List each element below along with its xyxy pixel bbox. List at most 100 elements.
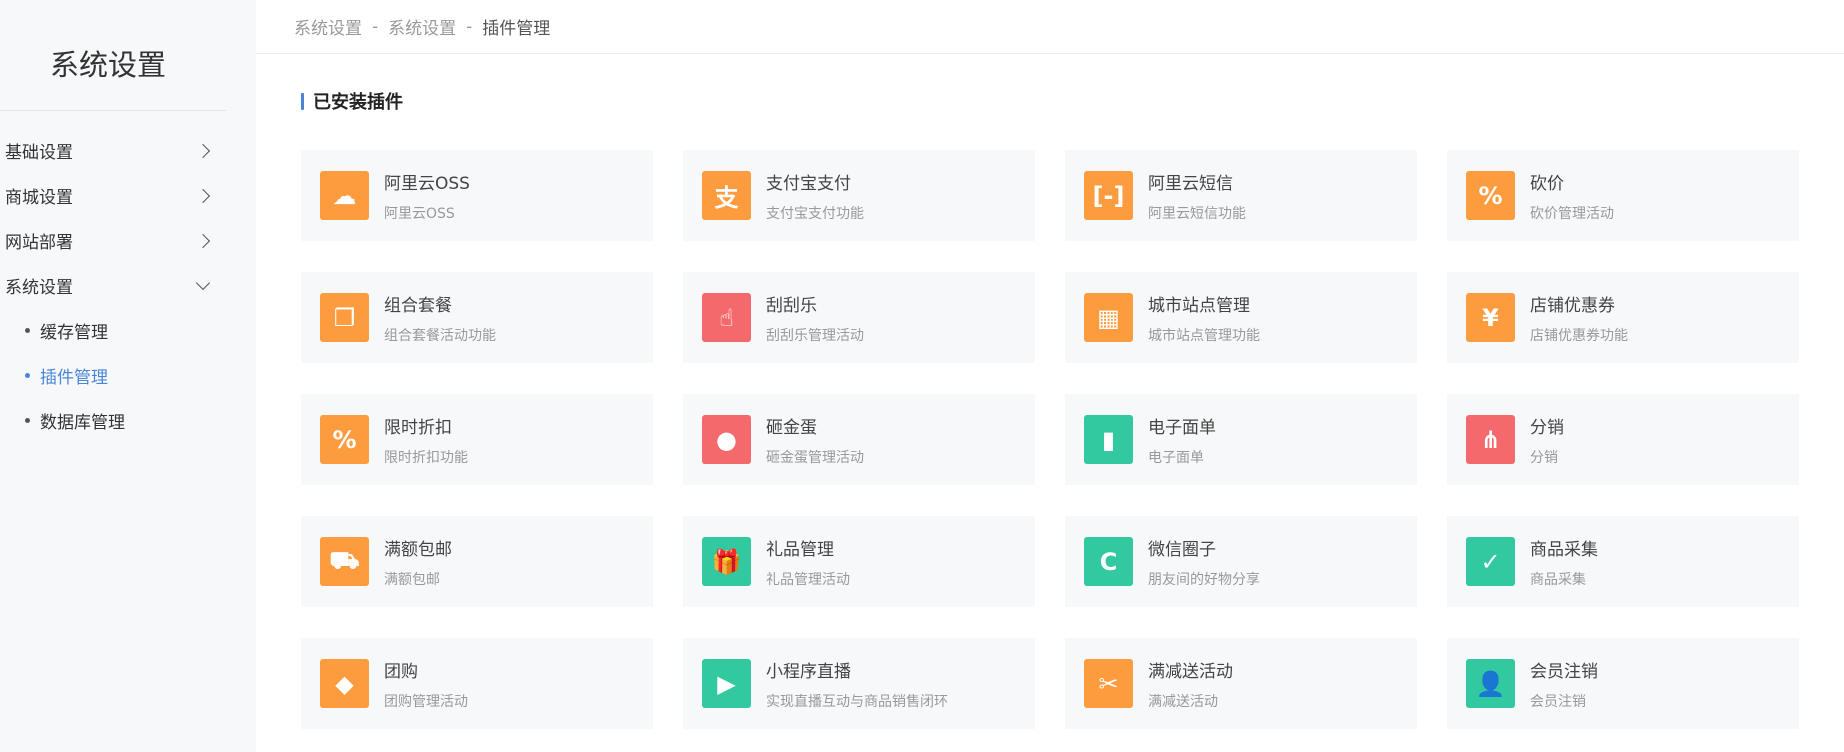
plugin-title: 砍价 xyxy=(1530,173,1564,194)
section-header: 已安装插件 xyxy=(301,88,403,114)
plugin-description: 电子面单 xyxy=(1148,449,1204,466)
plugin-title: 刮刮乐 xyxy=(766,295,817,316)
plugin-title: 满额包邮 xyxy=(384,539,452,560)
chevron-right-icon xyxy=(195,143,211,158)
plugin-card[interactable]: ❐ 组合套餐组合套餐活动功能 xyxy=(301,272,653,363)
plugin-card[interactable]: ⋔ 分销 分销 xyxy=(1447,394,1799,485)
coupon-icon: ¥ xyxy=(1466,293,1515,342)
plugin-description: 商品采集 xyxy=(1530,571,1586,588)
plugin-text: 组合套餐组合套餐活动功能 xyxy=(384,291,496,345)
plugin-description: 城市站点管理功能 xyxy=(1148,327,1260,344)
aliyun-icon: [-] xyxy=(1084,171,1133,220)
sidebar-subitem-plugins[interactable]: 插件管理 xyxy=(0,353,226,398)
sidebar-title: 系统设置 xyxy=(49,48,166,82)
plugin-grid: ☁ 阿里云OSS 阿里云OSS 支 支付宝支付 支付宝支付功能 [-] 阿里云短信 阿里云… xyxy=(301,150,1799,729)
plugin-text: 团购 团购管理活动 xyxy=(384,657,468,711)
plugin-description: 阿里云OSS xyxy=(384,205,455,222)
circle-icon: C xyxy=(1084,537,1133,586)
plugin-title: 组合套餐 xyxy=(384,295,452,316)
breadcrumb-item[interactable]: 系统设置 xyxy=(294,14,362,39)
bullet-icon xyxy=(25,328,30,333)
sidebar-subitem-database[interactable]: 数据库管理 xyxy=(0,398,226,443)
plugin-text: 会员注销 会员注销 xyxy=(1530,657,1598,711)
tag-icon: ◆ xyxy=(320,659,369,708)
plugin-card[interactable]: ¥ 店铺优惠券 店铺优惠券功能 xyxy=(1447,272,1799,363)
sidebar-item-basic-settings[interactable]: 基础设置 xyxy=(0,128,226,173)
sidebar-item-mall-settings[interactable]: 商城设置 xyxy=(0,173,226,218)
plugin-text: 小程序直播实现直播互动与商品销售闭环 xyxy=(766,657,948,711)
building-icon: ▦ xyxy=(1084,293,1133,342)
plugin-description: 礼品管理活动 xyxy=(766,571,850,588)
plugin-text: 阿里云OSS 阿里云OSS xyxy=(384,169,470,223)
breadcrumb: 系统设置 - 系统设置 - 插件管理 xyxy=(256,0,1844,54)
plugin-card[interactable]: C 微信圈子 朋友间的好物分享 xyxy=(1065,516,1417,607)
tv-play-icon: ▶ xyxy=(702,659,751,708)
plugin-text: 满减送活动 满减送活动 xyxy=(1148,657,1233,711)
plugin-card[interactable]: ☁ 阿里云OSS 阿里云OSS xyxy=(301,150,653,241)
plugin-description: 团购管理活动 xyxy=(384,693,468,710)
plugin-text: 刮刮乐刮刮乐管理活动 xyxy=(766,291,864,345)
plugin-description: 阿里云短信功能 xyxy=(1148,205,1246,222)
plugin-title: 礼品管理 xyxy=(766,539,834,560)
plugin-text: 支付宝支付 支付宝支付功能 xyxy=(766,169,864,223)
plugin-card[interactable]: ● 砸金蛋 砸金蛋管理活动 xyxy=(683,394,1035,485)
plugin-title: 小程序直播 xyxy=(766,661,851,682)
sidebar-item-label: 系统设置 xyxy=(5,278,73,298)
plugin-description: 砸金蛋管理活动 xyxy=(766,449,864,466)
distribution-tree-icon: ⋔ xyxy=(1466,415,1515,464)
plugin-description: 满额包邮 xyxy=(384,571,440,588)
plugin-card[interactable]: 🎁 礼品管理 礼品管理活动 xyxy=(683,516,1035,607)
breadcrumb-item[interactable]: 系统设置 xyxy=(388,14,456,39)
plugin-card[interactable]: ✂ 满减送活动 满减送活动 xyxy=(1065,638,1417,729)
plugin-description: 实现直播互动与商品销售闭环 xyxy=(766,693,948,710)
user-remove-icon: 👤 xyxy=(1466,659,1515,708)
sidebar-subitem-label: 数据库管理 xyxy=(40,413,125,433)
breadcrumb-separator: - xyxy=(466,16,473,37)
plugin-text: 满额包邮 满额包邮 xyxy=(384,535,452,589)
plugin-title: 砸金蛋 xyxy=(766,417,817,438)
plugin-title: 团购 xyxy=(384,661,418,682)
plugin-text: 商品采集 商品采集 xyxy=(1530,535,1598,589)
alipay-icon: 支 xyxy=(702,171,751,220)
plugin-description: 分销 xyxy=(1530,449,1558,466)
plugin-card[interactable]: ▦ 城市站点管理 城市站点管理功能 xyxy=(1065,272,1417,363)
plugin-card[interactable]: % 限时折扣 限时折扣功能 xyxy=(301,394,653,485)
plugin-card[interactable]: ☝ 刮刮乐 刮刮乐管理活动 xyxy=(683,272,1035,363)
plugin-text: 砍价 砍价管理活动 xyxy=(1530,169,1614,223)
plugin-description: 刮刮乐管理活动 xyxy=(766,327,864,344)
plugin-text: 阿里云短信阿里云短信功能 xyxy=(1148,169,1246,223)
plugin-title: 商品采集 xyxy=(1530,539,1598,560)
bullet-icon xyxy=(25,418,30,423)
sidebar-subitem-cache[interactable]: 缓存管理 xyxy=(0,308,226,353)
cloud-upload-icon: ☁ xyxy=(320,171,369,220)
bookmark-icon: ▮ xyxy=(1084,415,1133,464)
plugin-title: 分销 xyxy=(1530,417,1564,438)
plugin-text: 店铺优惠券 店铺优惠券功能 xyxy=(1530,291,1628,345)
sidebar-item-system-settings[interactable]: 系统设置 xyxy=(0,263,226,308)
combo-icon: ❐ xyxy=(320,293,369,342)
plugin-card[interactable]: ⛟ 满额包邮 满额包邮 xyxy=(301,516,653,607)
plugin-description: 组合套餐活动功能 xyxy=(384,327,496,344)
truck-icon: ⛟ xyxy=(320,537,369,586)
plugin-title: 电子面单 xyxy=(1148,417,1216,438)
plugin-card[interactable]: ✓ 商品采集 商品采集 xyxy=(1447,516,1799,607)
plugin-card[interactable]: 👤 会员注销 会员注销 xyxy=(1447,638,1799,729)
chevron-right-icon xyxy=(195,188,211,203)
sidebar-item-site-deploy[interactable]: 网站部署 xyxy=(0,218,226,263)
sidebar-item-label: 基础设置 xyxy=(5,143,73,163)
plugin-card[interactable]: [-] 阿里云短信阿里云短信功能 xyxy=(1065,150,1417,241)
plugin-card[interactable]: 支 支付宝支付 支付宝支付功能 xyxy=(683,150,1035,241)
ticket-icon: ✂ xyxy=(1084,659,1133,708)
discount-badge-icon: % xyxy=(320,415,369,464)
plugin-card[interactable]: ▶ 小程序直播实现直播互动与商品销售闭环 xyxy=(683,638,1035,729)
divider xyxy=(0,110,226,111)
sidebar-menu: 基础设置 商城设置 网站部署 系统设置 缓存管理 插件管理 数据库管理 xyxy=(0,128,226,443)
plugin-title: 阿里云短信 xyxy=(1148,173,1233,194)
plugin-card[interactable]: ◆ 团购团购管理活动 xyxy=(301,638,653,729)
plugin-card[interactable]: % 砍价 砍价管理活动 xyxy=(1447,150,1799,241)
plugin-title: 店铺优惠券 xyxy=(1530,295,1615,316)
price-tag-icon: % xyxy=(1466,171,1515,220)
chevron-right-icon xyxy=(195,233,211,248)
plugin-card[interactable]: ▮ 电子面单 电子面单 xyxy=(1065,394,1417,485)
bullet-icon xyxy=(25,373,30,378)
